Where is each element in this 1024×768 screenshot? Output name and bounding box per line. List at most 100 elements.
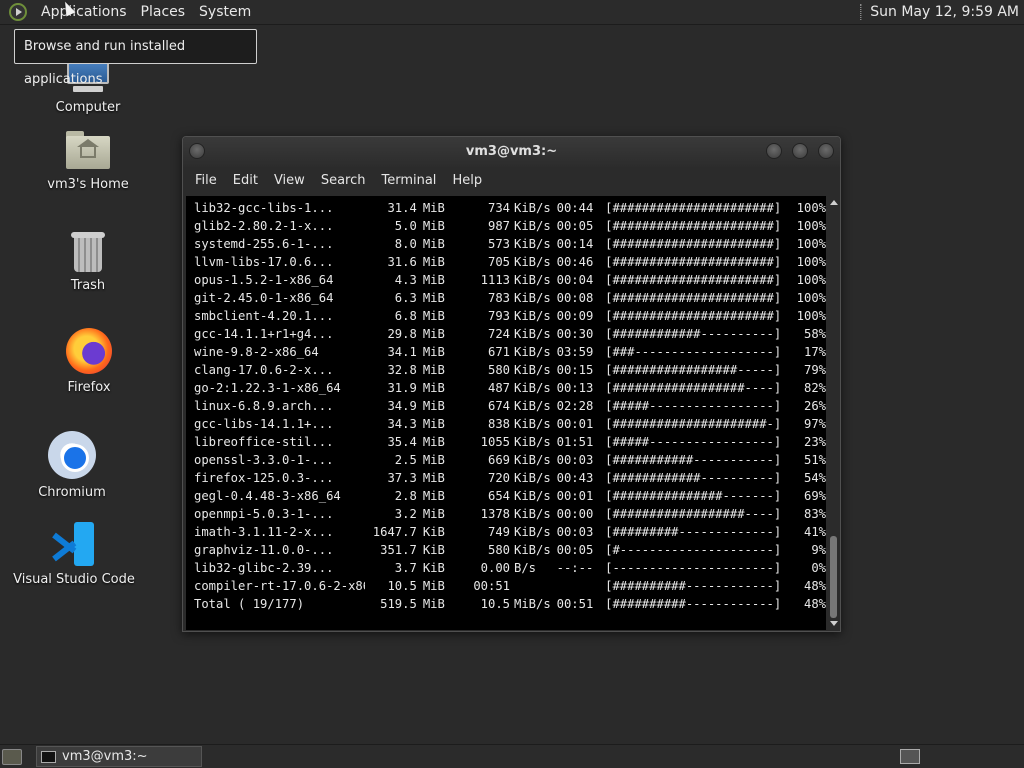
menu-file[interactable]: File	[187, 167, 225, 195]
menu-view[interactable]: View	[266, 167, 313, 195]
terminal-cell-unit: MiB	[422, 507, 445, 521]
terminal-line: compiler-rt-17.0.6-2-x86_64 10.5 MiB 00:51 […	[194, 577, 826, 595]
terminal-cell-time: 01:51	[556, 435, 594, 449]
terminal-cell-bar: [############----------]	[605, 471, 782, 485]
trash-icon	[71, 232, 105, 272]
terminal-cell-pct: 100%	[796, 201, 826, 215]
terminal-cell-rate: 734	[487, 201, 510, 215]
terminal-cell-runit: KiB/s	[514, 237, 551, 251]
scroll-down-arrow-icon[interactable]	[830, 621, 838, 626]
terminal-cell-size: 37.3	[387, 471, 417, 485]
menu-terminal[interactable]: Terminal	[373, 167, 444, 195]
terminal-scrollbar[interactable]	[828, 196, 839, 630]
terminal-cell-name: lib32-gcc-libs-1...	[194, 201, 334, 215]
terminal-cell-pct: 100%	[796, 291, 826, 305]
terminal-cell-bar: [######################]	[605, 309, 782, 323]
terminal-cell-runit: B/s	[514, 561, 537, 575]
taskbar-item-terminal[interactable]: vm3@vm3:~	[36, 746, 202, 767]
terminal-cell-runit: KiB/s	[514, 435, 551, 449]
terminal-cell-rate: 1055	[480, 435, 510, 449]
terminal-cell-unit: MiB	[422, 471, 445, 485]
workspace-switcher[interactable]	[900, 749, 920, 764]
menu-help[interactable]: Help	[444, 167, 490, 195]
menu-system[interactable]: System	[192, 0, 258, 25]
terminal-cell-rate: 720	[487, 471, 510, 485]
terminal-cell-bar: [#####-----------------]	[605, 399, 782, 413]
terminal-cell-size: 35.4	[387, 435, 417, 449]
terminal-cell-name: graphviz-11.0.0-...	[194, 543, 334, 557]
minimize-button[interactable]	[766, 143, 782, 159]
terminal-cell-bar: [######################]	[605, 219, 782, 233]
scroll-up-arrow-icon[interactable]	[830, 200, 838, 205]
terminal-cell-size: 8.0	[394, 237, 417, 251]
terminal-cell-unit: MiB	[422, 399, 445, 413]
terminal-cell-runit: KiB/s	[514, 381, 551, 395]
terminal-cell-rate: 674	[487, 399, 510, 413]
terminal-line: glib2-2.80.2-1-x... 5.0 MiB 987 KiB/s 00:05 [#…	[194, 217, 826, 235]
close-button[interactable]	[818, 143, 834, 159]
terminal-cell-rate: 580	[487, 543, 510, 557]
desktop-icon-vscode[interactable]: Visual Studio Code	[9, 522, 139, 587]
terminal-cell-rate: 580	[487, 363, 510, 377]
menu-places[interactable]: Places	[134, 0, 193, 25]
window-titlebar[interactable]: vm3@vm3:~	[183, 137, 840, 167]
terminal-cell-pct: 97%	[803, 417, 826, 431]
desktop-icon-firefox[interactable]: Firefox	[24, 328, 154, 395]
terminal-cell-pct: 54%	[803, 471, 826, 485]
terminal-cell-size: 519.5	[380, 597, 417, 611]
terminal-cell-unit: MiB	[422, 345, 445, 359]
terminal-line: openmpi-5.0.3-1-... 3.2 MiB 1378 KiB/s 00:00 […	[194, 505, 826, 523]
desktop-icon-home[interactable]: vm3's Home	[23, 131, 153, 192]
terminal-cell-name: libreoffice-stil...	[194, 435, 334, 449]
terminal-cell-unit: KiB	[422, 561, 445, 575]
menu-edit[interactable]: Edit	[225, 167, 266, 195]
terminal-cell-pct: 100%	[796, 237, 826, 251]
terminal-cell-pct: 100%	[796, 255, 826, 269]
terminal-cell-time: 00:30	[556, 327, 594, 341]
menu-search[interactable]: Search	[313, 167, 374, 195]
maximize-button[interactable]	[792, 143, 808, 159]
window-menubar: File Edit View Search Terminal Help	[183, 167, 840, 195]
terminal-line: lib32-gcc-libs-1... 31.4 MiB 734 KiB/s 00:44 […	[194, 199, 826, 217]
scrollbar-thumb[interactable]	[830, 536, 837, 618]
terminal-line: Total ( 19/177) 519.5 MiB 10.5 MiB/s 00:51 [##…	[194, 595, 826, 613]
terminal-cell-size: 3.7	[394, 561, 417, 575]
terminal-cell-rate: 671	[487, 345, 510, 359]
desktop-icon-label: Firefox	[67, 380, 111, 395]
terminal-cell-name: glib2-2.80.2-1-x...	[194, 219, 334, 233]
terminal-cell-bar: [##################----]	[605, 507, 782, 521]
desktop-icon-chromium[interactable]: Chromium	[7, 431, 137, 500]
terminal-cell-unit: MiB	[422, 255, 445, 269]
terminal-cell-runit: KiB/s	[514, 219, 551, 233]
terminal-cell-time	[557, 577, 604, 595]
terminal-cell-time: 00:05	[556, 543, 594, 557]
terminal-cell-time: 00:43	[556, 471, 594, 485]
terminal-output[interactable]: lib32-gcc-libs-1... 31.4 MiB 734 KiB/s 00:44 […	[186, 196, 826, 630]
desktop-icon-label: Chromium	[38, 485, 106, 500]
applications-tooltip: Browse and run installed applications	[14, 29, 257, 87]
menu-applications[interactable]: Applications	[34, 0, 134, 25]
terminal-cell-pct: 82%	[803, 381, 826, 395]
top-panel: Applications Places System Sun May 12, 9…	[0, 0, 1024, 25]
window-menu-button[interactable]	[189, 143, 205, 159]
terminal-line: imath-3.1.11-2-x... 1647.7 KiB 749 KiB/s 00:0…	[194, 523, 826, 541]
terminal-cell-name: Total ( 19/177)	[194, 597, 305, 611]
terminal-cell-runit: KiB/s	[514, 417, 551, 431]
show-desktop-icon[interactable]	[2, 748, 22, 765]
terminal-cell-unit: MiB	[422, 579, 445, 593]
terminal-cell-unit: MiB	[422, 219, 445, 233]
terminal-cell-bar: [#################-----]	[605, 363, 782, 377]
terminal-cell-pct: 100%	[796, 309, 826, 323]
terminal-cell-pct: 9%	[811, 543, 826, 557]
clock[interactable]: Sun May 12, 9:59 AM	[870, 4, 1024, 20]
terminal-window: vm3@vm3:~ File Edit View Search Terminal…	[182, 136, 841, 632]
terminal-cell-rate: 0.00	[480, 561, 510, 575]
terminal-line: graphviz-11.0.0-... 351.7 KiB 580 KiB/s 00:05…	[194, 541, 826, 559]
tray-separator	[860, 4, 863, 20]
applications-menu-icon[interactable]	[9, 3, 27, 21]
terminal-cell-runit: KiB/s	[514, 327, 551, 341]
terminal-cell-bar: [##########------------]	[605, 597, 782, 611]
terminal-cell-bar: [######################]	[605, 291, 782, 305]
terminal-line: clang-17.0.6-2-x... 32.8 MiB 580 KiB/s 00:15 […	[194, 361, 826, 379]
desktop-icon-trash[interactable]: Trash	[23, 232, 153, 293]
